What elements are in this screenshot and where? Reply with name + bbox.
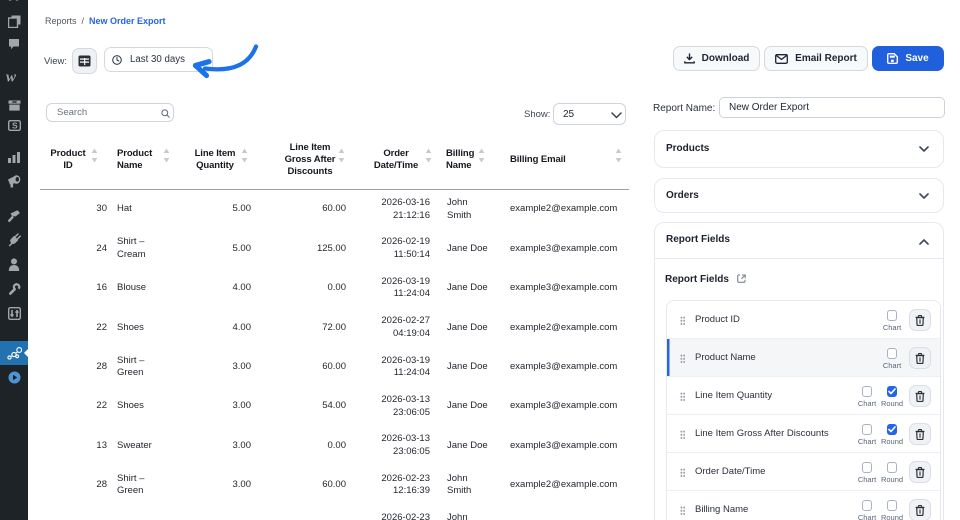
svg-text:w: w [6, 70, 17, 83]
svg-text:S: S [12, 121, 18, 131]
